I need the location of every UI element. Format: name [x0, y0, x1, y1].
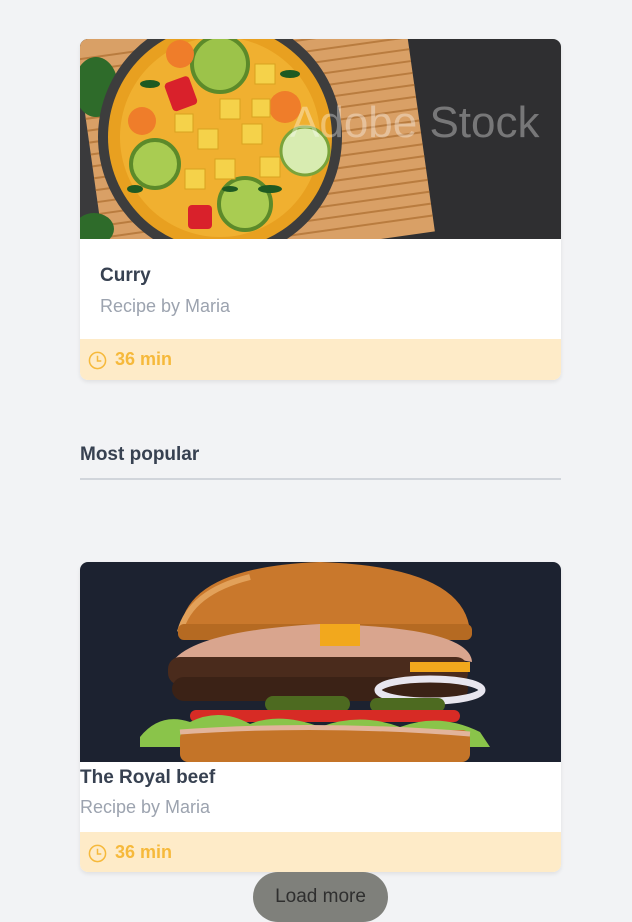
recipe-author: Recipe by Maria [80, 797, 211, 817]
cook-time: 36 min [115, 841, 173, 862]
load-more-button[interactable]: Load more [253, 872, 388, 922]
card-footer: 36 min [80, 832, 561, 872]
card-body: Curry Recipe by Maria [80, 239, 561, 339]
recipe-author: Recipe by Maria [100, 296, 231, 316]
clock-icon [88, 351, 107, 370]
watermark-text: Adobe Stock [290, 98, 540, 147]
burger-image [80, 562, 561, 762]
recipe-title: Curry [100, 265, 151, 286]
recipe-title: The Royal beef [80, 767, 216, 788]
card-footer: 36 min [80, 339, 561, 380]
recipe-card-royal-beef[interactable]: The Royal beef Recipe by Maria 36 min [80, 562, 561, 872]
recipe-card-curry[interactable]: Adobe Stock Curry Recipe by Maria 36 min [80, 39, 561, 380]
clock-icon [88, 844, 107, 863]
card-body: The Royal beef Recipe by Maria [80, 762, 561, 832]
section-heading: Most popular [80, 444, 561, 480]
curry-image: Adobe Stock [80, 39, 561, 239]
cook-time: 36 min [115, 349, 173, 369]
recipe-feed: Adobe Stock Curry Recipe by Maria 36 min… [0, 0, 632, 922]
